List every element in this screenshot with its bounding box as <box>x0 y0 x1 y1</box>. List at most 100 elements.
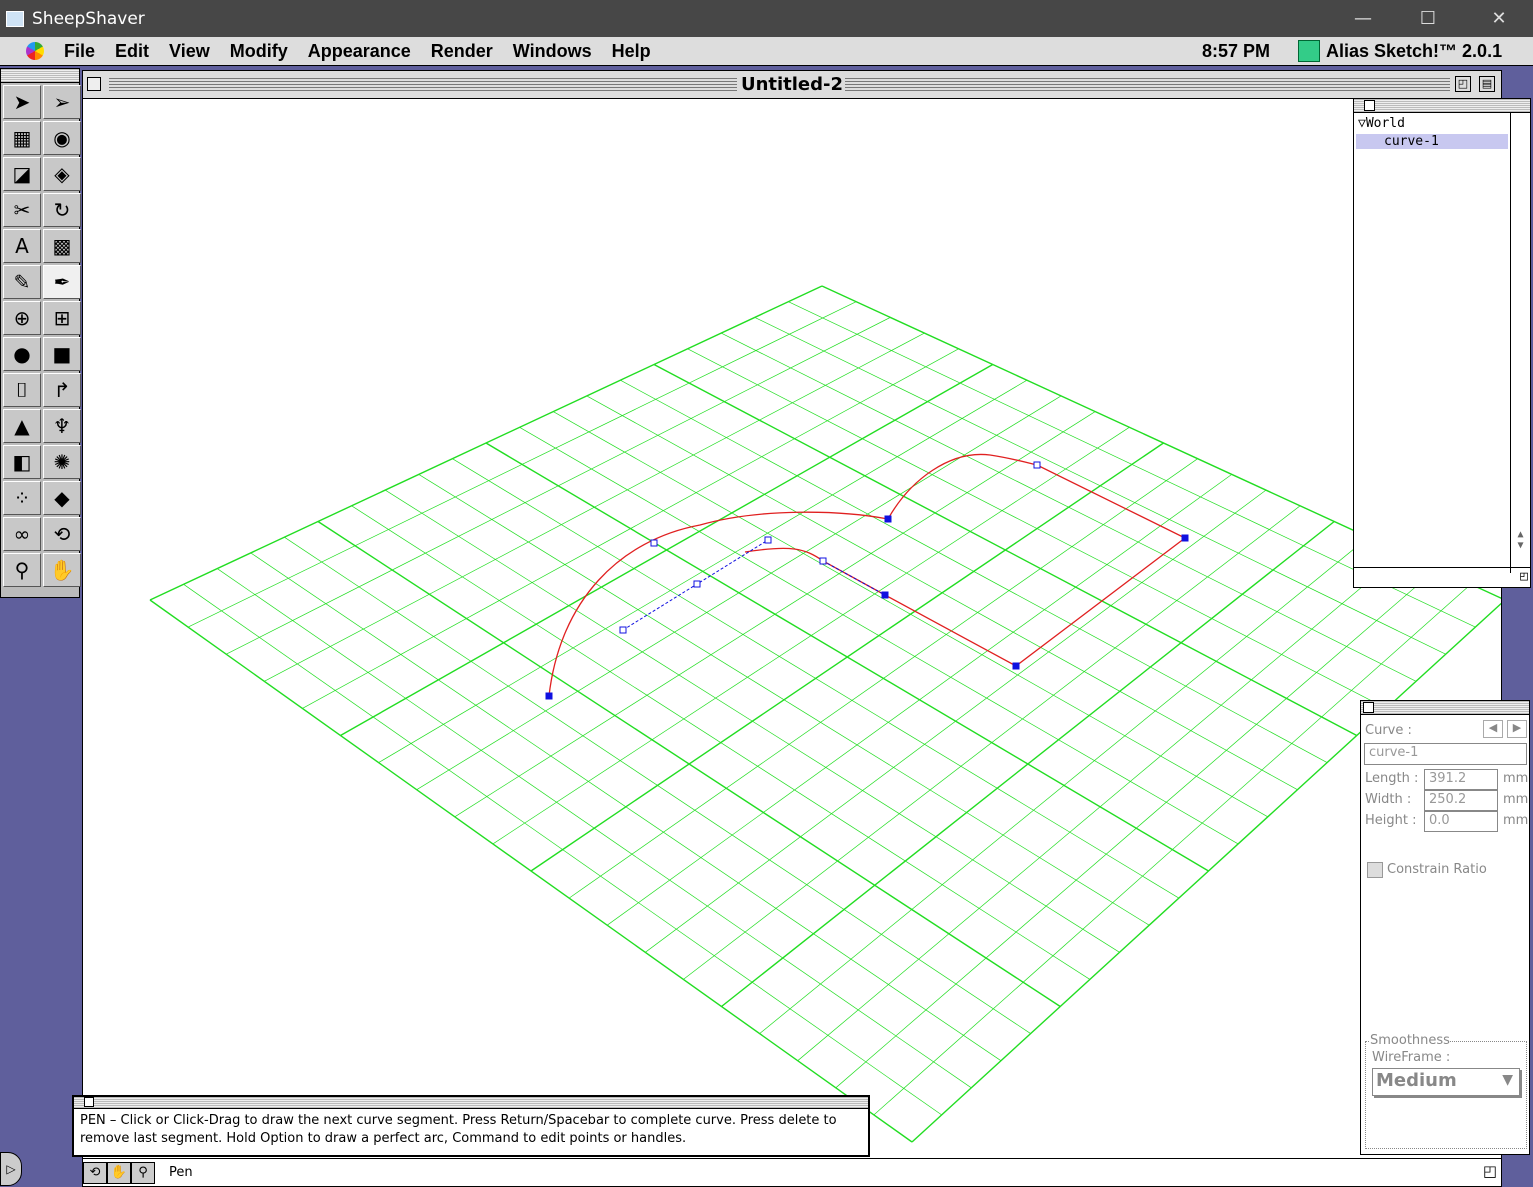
minimize-button[interactable]: — <box>1340 0 1386 37</box>
curve-point[interactable] <box>545 692 553 700</box>
viewport-3d[interactable] <box>83 100 1501 1160</box>
menu-render[interactable]: Render <box>421 41 503 62</box>
zoom-icon[interactable]: ⚲ <box>3 553 41 587</box>
resize-handle-icon[interactable]: ◰ <box>1483 1162 1497 1180</box>
spotlight-icon[interactable]: ◧ <box>3 445 41 479</box>
application-menu[interactable]: Alias Sketch!™ 2.0.1 <box>1298 40 1502 62</box>
outliner-item-curve-1[interactable]: curve-1 <box>1356 134 1508 149</box>
control-handle[interactable] <box>619 626 627 634</box>
control-handle[interactable] <box>819 557 827 565</box>
grid-move-icon[interactable]: ▦ <box>3 121 41 155</box>
wireframe-label: WireFrame : <box>1372 1050 1451 1065</box>
width-label: Width : <box>1365 792 1412 807</box>
control-handle[interactable] <box>764 536 772 544</box>
horizontal-scrollbar[interactable]: ◰ <box>1354 567 1530 587</box>
zoom-box[interactable]: ◰ <box>1455 76 1471 92</box>
collapse-box[interactable]: ▤ <box>1479 76 1495 92</box>
sweep-icon[interactable]: ↱ <box>43 373 81 407</box>
app-name: Alias Sketch!™ 2.0.1 <box>1326 40 1503 61</box>
object-name-field[interactable]: curve-1 <box>1364 743 1527 765</box>
outliner-window: ▽World curve-1 ▲ ▼ ◰ <box>1353 98 1531 588</box>
loft-icon[interactable]: ▲ <box>3 409 41 443</box>
width-unit: mm <box>1503 792 1529 807</box>
menu-edit[interactable]: Edit <box>105 41 159 62</box>
target-icon[interactable]: ◉ <box>43 121 81 155</box>
arrow-select-icon[interactable]: ➤ <box>3 85 41 119</box>
hand-icon[interactable]: ✋ <box>107 1161 131 1184</box>
sphere-icon[interactable]: ● <box>3 337 41 371</box>
curve-point[interactable] <box>1181 534 1189 542</box>
curve-point[interactable] <box>1012 662 1020 670</box>
rectangle-icon[interactable]: ⊞ <box>43 301 81 335</box>
curve-point[interactable] <box>884 515 892 523</box>
menu-windows[interactable]: Windows <box>503 41 602 62</box>
point-light-icon[interactable]: ✺ <box>43 445 81 479</box>
cube-icon[interactable]: ■ <box>43 337 81 371</box>
disclosure-triangle-icon[interactable]: ▽ <box>1358 116 1366 131</box>
title-stripes <box>845 77 1450 91</box>
width-field[interactable]: 250.2 <box>1424 790 1498 811</box>
glasses-icon[interactable]: ∞ <box>3 517 41 551</box>
scissors-icon[interactable]: ✂ <box>3 193 41 227</box>
ground-plane-icon[interactable]: ▩ <box>43 229 81 263</box>
app-icon <box>6 10 24 27</box>
pencil-icon[interactable]: ✎ <box>3 265 41 299</box>
menu-help[interactable]: Help <box>602 41 661 62</box>
outliner-titlebar[interactable] <box>1354 99 1530 113</box>
pen-icon[interactable]: ✒ <box>43 265 81 299</box>
length-field[interactable]: 391.2 <box>1424 769 1498 790</box>
next-object-button[interactable]: ▶ <box>1507 720 1527 738</box>
extrude-icon[interactable]: ⌷ <box>3 373 41 407</box>
current-tool-label: Pen <box>169 1165 193 1180</box>
text-icon[interactable]: A <box>3 229 41 263</box>
properties-titlebar[interactable] <box>1361 701 1529 715</box>
menu-view[interactable]: View <box>159 41 220 62</box>
direct-select-icon[interactable]: ➢ <box>43 85 81 119</box>
length-label: Length : <box>1365 771 1419 786</box>
hand-icon[interactable]: ✋ <box>43 553 81 587</box>
close-box[interactable] <box>1364 100 1375 111</box>
orbit-icon[interactable]: ⟲ <box>43 517 81 551</box>
curve-point[interactable] <box>881 591 889 599</box>
close-button[interactable]: ✕ <box>1476 0 1522 37</box>
lathe-icon[interactable]: ♆ <box>43 409 81 443</box>
constrain-ratio-checkbox[interactable] <box>1367 862 1383 878</box>
grid-minor-line <box>217 568 972 1089</box>
document-titlebar[interactable]: Untitled-2 ◰ ▤ <box>83 71 1501 99</box>
menu-file[interactable]: File <box>54 41 105 62</box>
apple-menu-icon[interactable] <box>26 42 44 60</box>
control-handle[interactable] <box>650 539 658 547</box>
view-plane-icon[interactable]: ◪ <box>3 157 41 191</box>
prev-object-button[interactable]: ◀ <box>1483 720 1503 738</box>
outliner-scrollbar[interactable]: ▲ ▼ <box>1510 113 1530 573</box>
help-hint-window: PEN – Click or Click-Drag to draw the ne… <box>72 1095 870 1157</box>
control-handle[interactable] <box>1033 461 1041 469</box>
camera-target-icon[interactable]: ◆ <box>43 481 81 515</box>
control-handle[interactable] <box>693 580 701 588</box>
menu-modify[interactable]: Modify <box>220 41 298 62</box>
wireframe-dropdown[interactable]: Medium ▼ <box>1372 1068 1520 1096</box>
orbit-icon[interactable]: ⟲ <box>83 1161 107 1184</box>
maximize-button[interactable]: ☐ <box>1405 0 1451 37</box>
sketch-app-icon <box>1298 40 1320 62</box>
rotate-icon[interactable]: ↻ <box>43 193 81 227</box>
circle-icon[interactable]: ⊕ <box>3 301 41 335</box>
hint-titlebar[interactable] <box>74 1097 868 1109</box>
resize-handle-icon[interactable]: ◰ <box>1520 569 1528 584</box>
close-box[interactable] <box>87 77 101 91</box>
menubar: File Edit View Modify Appearance Render … <box>0 37 1533 66</box>
palette-titlebar[interactable] <box>1 69 79 83</box>
window-title: SheepShaver <box>32 8 145 29</box>
menu-appearance[interactable]: Appearance <box>298 41 421 62</box>
document-window: Untitled-2 ◰ ▤ <box>82 70 1502 1187</box>
scale-icon[interactable]: ◈ <box>43 157 81 191</box>
control-strip-tab[interactable]: ▷ <box>0 1152 22 1186</box>
height-field[interactable]: 0.0 <box>1424 811 1498 832</box>
outliner-root[interactable]: ▽World <box>1354 113 1530 134</box>
wireframe-value: Medium <box>1376 1070 1457 1091</box>
chevron-down-icon: ▼ <box>1502 1072 1513 1088</box>
distant-light-icon[interactable]: ⁘ <box>3 481 41 515</box>
close-box[interactable] <box>84 1097 94 1107</box>
close-box[interactable] <box>1363 702 1374 713</box>
zoom-icon[interactable]: ⚲ <box>131 1161 155 1184</box>
